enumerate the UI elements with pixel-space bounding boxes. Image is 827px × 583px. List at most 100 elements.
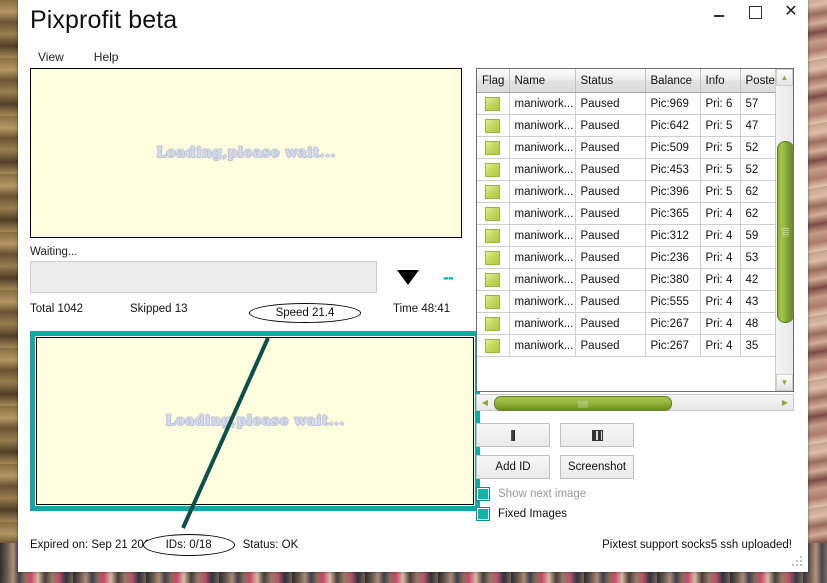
image-preview-top[interactable]: Loading,please wait... xyxy=(30,68,462,238)
icon-button-row xyxy=(476,423,794,447)
vertical-scroll-thumb[interactable] xyxy=(777,141,793,323)
cell-posted: 62 xyxy=(740,180,777,203)
column-header-balance[interactable]: Balance xyxy=(645,69,701,93)
maximize-button[interactable] xyxy=(744,2,766,22)
table-row[interactable]: maniwork... Paused Pic:312 Pri: 4 59 xyxy=(477,224,777,247)
table-row[interactable]: maniwork... Paused Pic:509 Pri: 5 52 xyxy=(477,136,777,159)
menu-item-help[interactable]: Help xyxy=(90,48,123,66)
pause-button[interactable] xyxy=(560,423,634,447)
cell-balance: Pic:236 xyxy=(645,246,701,269)
menu-bar: View Help xyxy=(34,48,122,66)
flag-icon xyxy=(485,140,501,155)
cell-info: Pri: 5 xyxy=(700,158,741,181)
screenshot-button[interactable]: Screenshot xyxy=(560,455,634,479)
cell-info: Pri: 6 xyxy=(700,92,741,115)
close-button[interactable]: ✕ xyxy=(780,2,802,22)
title-bar: Pixprofit beta ✕ xyxy=(18,0,808,35)
dash-indicator: -- xyxy=(443,267,454,287)
checkbox-icon[interactable] xyxy=(476,487,490,501)
cell-status: Paused xyxy=(575,136,646,159)
column-header-status[interactable]: Status xyxy=(575,69,646,93)
cell-balance: Pic:396 xyxy=(645,180,701,203)
application-window: Pixprofit beta ✕ View Help Loading,pleas… xyxy=(18,0,808,572)
scroll-right-icon[interactable]: ▶ xyxy=(777,395,793,410)
table-row[interactable]: maniwork... Paused Pic:642 Pri: 5 47 xyxy=(477,114,777,137)
support-text: Pixtest support socks5 ssh uploaded! xyxy=(602,539,792,551)
column-header-posted[interactable]: Poste xyxy=(740,69,777,93)
table-row[interactable]: maniwork... Paused Pic:396 Pri: 5 62 xyxy=(477,180,777,203)
menu-item-view[interactable]: View xyxy=(34,48,68,66)
cell-status: Paused xyxy=(575,290,646,313)
loading-text-top: Loading,please wait... xyxy=(156,145,336,161)
table-row[interactable]: maniwork... Paused Pic:380 Pri: 4 42 xyxy=(477,268,777,291)
column-header-name[interactable]: Name xyxy=(509,69,576,93)
cell-flag xyxy=(477,136,510,159)
cell-status: Paused xyxy=(575,224,646,247)
image-preview-bottom-highlight: Loading,please wait... xyxy=(30,331,480,511)
table-row[interactable]: maniwork... Paused Pic:453 Pri: 5 52 xyxy=(477,158,777,181)
cell-info: Pri: 4 xyxy=(700,290,741,313)
cell-flag xyxy=(477,158,510,181)
scroll-up-icon[interactable]: ▲ xyxy=(776,69,793,86)
cell-name: maniwork... xyxy=(509,312,576,335)
start-button[interactable] xyxy=(476,423,550,447)
horizontal-scroll-thumb[interactable] xyxy=(494,396,672,411)
cell-flag xyxy=(477,180,510,203)
cell-info: Pri: 5 xyxy=(700,114,741,137)
column-header-info[interactable]: Info xyxy=(700,69,741,93)
cell-posted: 62 xyxy=(740,202,777,225)
table-horizontal-scrollbar[interactable]: ◀ ▶ xyxy=(476,394,794,411)
column-header-flag[interactable]: Flag xyxy=(477,69,510,93)
table-row[interactable]: maniwork... Paused Pic:969 Pri: 6 57 xyxy=(477,92,777,115)
flag-icon xyxy=(485,294,501,309)
cell-name: maniwork... xyxy=(509,334,576,357)
cell-balance: Pic:380 xyxy=(645,268,701,291)
checkbox-show-next-image[interactable]: Show next image xyxy=(476,487,794,501)
checkbox-icon[interactable] xyxy=(476,507,490,521)
cell-info: Pri: 4 xyxy=(700,224,741,247)
image-preview-bottom[interactable]: Loading,please wait... xyxy=(36,337,474,505)
flag-icon xyxy=(485,250,501,265)
stat-skipped: Skipped 13 xyxy=(130,303,188,315)
cell-balance: Pic:312 xyxy=(645,224,701,247)
cell-info: Pri: 5 xyxy=(700,180,741,203)
cell-flag xyxy=(477,312,510,335)
cell-name: maniwork... xyxy=(509,246,576,269)
scroll-left-icon[interactable]: ◀ xyxy=(477,395,493,410)
minimize-icon xyxy=(714,14,724,17)
resize-grip-icon[interactable] xyxy=(792,556,804,568)
cell-name: maniwork... xyxy=(509,202,576,225)
cell-posted: 48 xyxy=(740,312,777,335)
flag-icon xyxy=(485,184,501,199)
cell-status: Paused xyxy=(575,246,646,269)
progress-status-label: Waiting... xyxy=(30,246,78,258)
table-vertical-scrollbar[interactable]: ▲ ▼ xyxy=(775,69,793,391)
table-row[interactable]: maniwork... Paused Pic:555 Pri: 4 43 xyxy=(477,290,777,313)
flag-icon xyxy=(485,338,501,353)
status-text: Status: OK xyxy=(242,539,299,551)
cell-name: maniwork... xyxy=(509,224,576,247)
stat-time: Time 48:41 xyxy=(393,303,451,315)
cell-posted: 52 xyxy=(740,136,777,159)
minimize-button[interactable] xyxy=(708,2,730,22)
table-row[interactable]: maniwork... Paused Pic:365 Pri: 4 62 xyxy=(477,202,777,225)
cell-flag xyxy=(477,334,510,357)
checkbox-fixed-images[interactable]: Fixed Images xyxy=(476,507,794,521)
cell-name: maniwork... xyxy=(509,114,576,137)
chevron-down-icon[interactable] xyxy=(397,269,419,285)
flag-icon xyxy=(485,316,501,331)
cell-posted: 53 xyxy=(740,246,777,269)
checkbox-label-fixed-images: Fixed Images xyxy=(498,508,568,520)
cell-flag xyxy=(477,246,510,269)
scroll-down-icon[interactable]: ▼ xyxy=(776,374,793,391)
window-controls: ✕ xyxy=(708,2,802,22)
stats-row: Total 1042 Skipped 13 Speed 21.4 Time 48… xyxy=(30,303,460,323)
add-id-button[interactable]: Add ID xyxy=(476,455,550,479)
cell-name: maniwork... xyxy=(509,290,576,313)
table-row[interactable]: maniwork... Paused Pic:236 Pri: 4 53 xyxy=(477,246,777,269)
table-row[interactable]: maniwork... Paused Pic:267 Pri: 4 48 xyxy=(477,312,777,335)
table-row[interactable]: maniwork... Paused Pic:267 Pri: 4 35 xyxy=(477,334,777,357)
cell-flag xyxy=(477,92,510,115)
hscroll-thumb-grip-icon xyxy=(578,401,588,408)
right-panel: Flag Name Status Balance Info Poste mani… xyxy=(476,68,794,521)
